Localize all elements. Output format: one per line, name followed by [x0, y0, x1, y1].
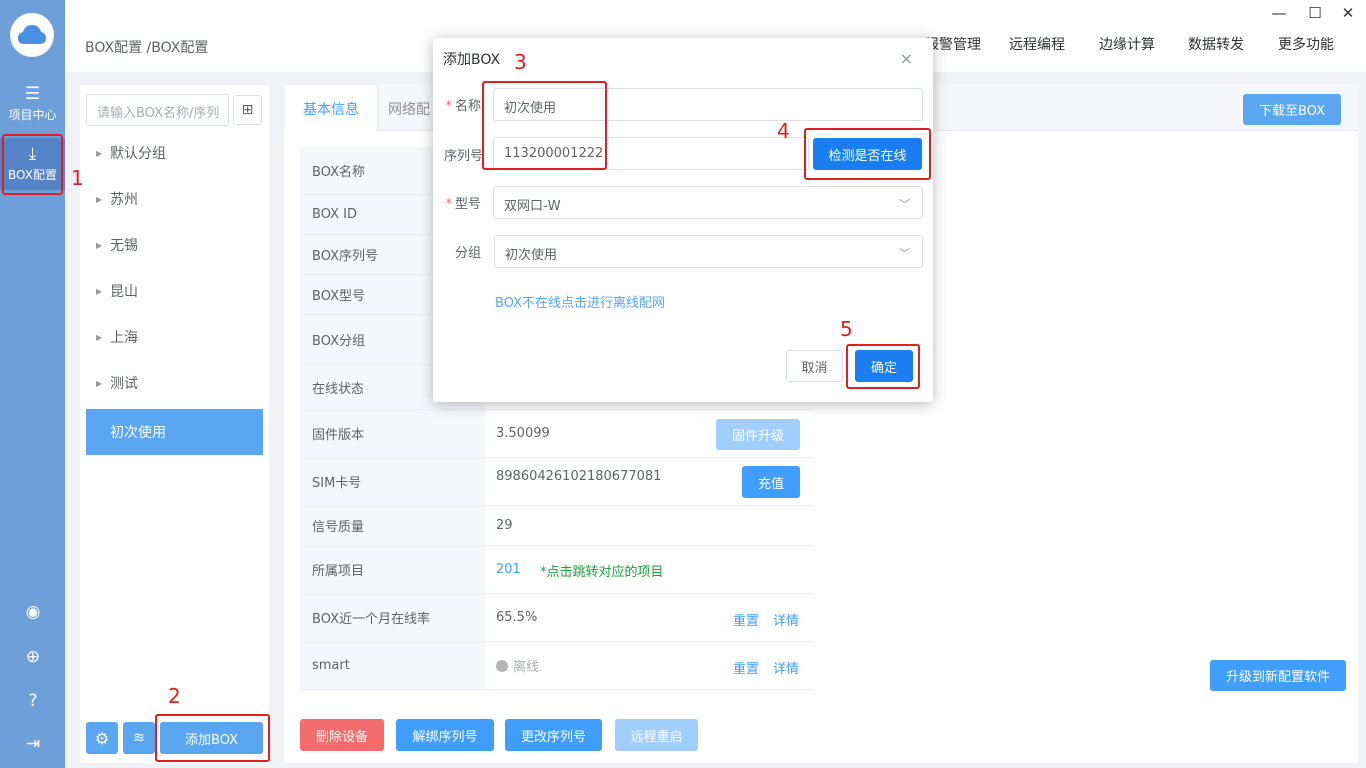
highlight-box-add	[155, 714, 270, 762]
dialog-title: 添加BOX	[443, 52, 501, 68]
highlight-box-confirm	[846, 344, 920, 389]
close-icon[interactable]: ×	[900, 49, 913, 68]
offline-config-link[interactable]: BOX不在线点击进行离线配网	[495, 292, 665, 311]
model-label: 型号	[454, 197, 481, 212]
group-select[interactable]: 初次使用 ﹀	[494, 235, 923, 268]
model-select[interactable]: 双网口-W ﹀	[493, 186, 923, 219]
annotation-number: 4	[777, 119, 790, 143]
highlight-box-fields	[482, 81, 607, 170]
annotation-number: 3	[514, 50, 527, 74]
chevron-down-icon: ﹀	[899, 198, 910, 211]
annotation-number: 5	[840, 317, 853, 341]
annotation-number: 1	[71, 166, 84, 190]
highlight-box-check	[804, 128, 931, 180]
chevron-down-icon: ﹀	[899, 247, 910, 260]
group-label: 分组	[454, 246, 481, 261]
cancel-button[interactable]: 取消	[786, 350, 843, 382]
annotation-number: 2	[168, 684, 181, 708]
name-label: 名称	[454, 99, 481, 114]
serial-label: 序列号	[443, 149, 483, 164]
highlight-box-nav	[2, 134, 63, 195]
